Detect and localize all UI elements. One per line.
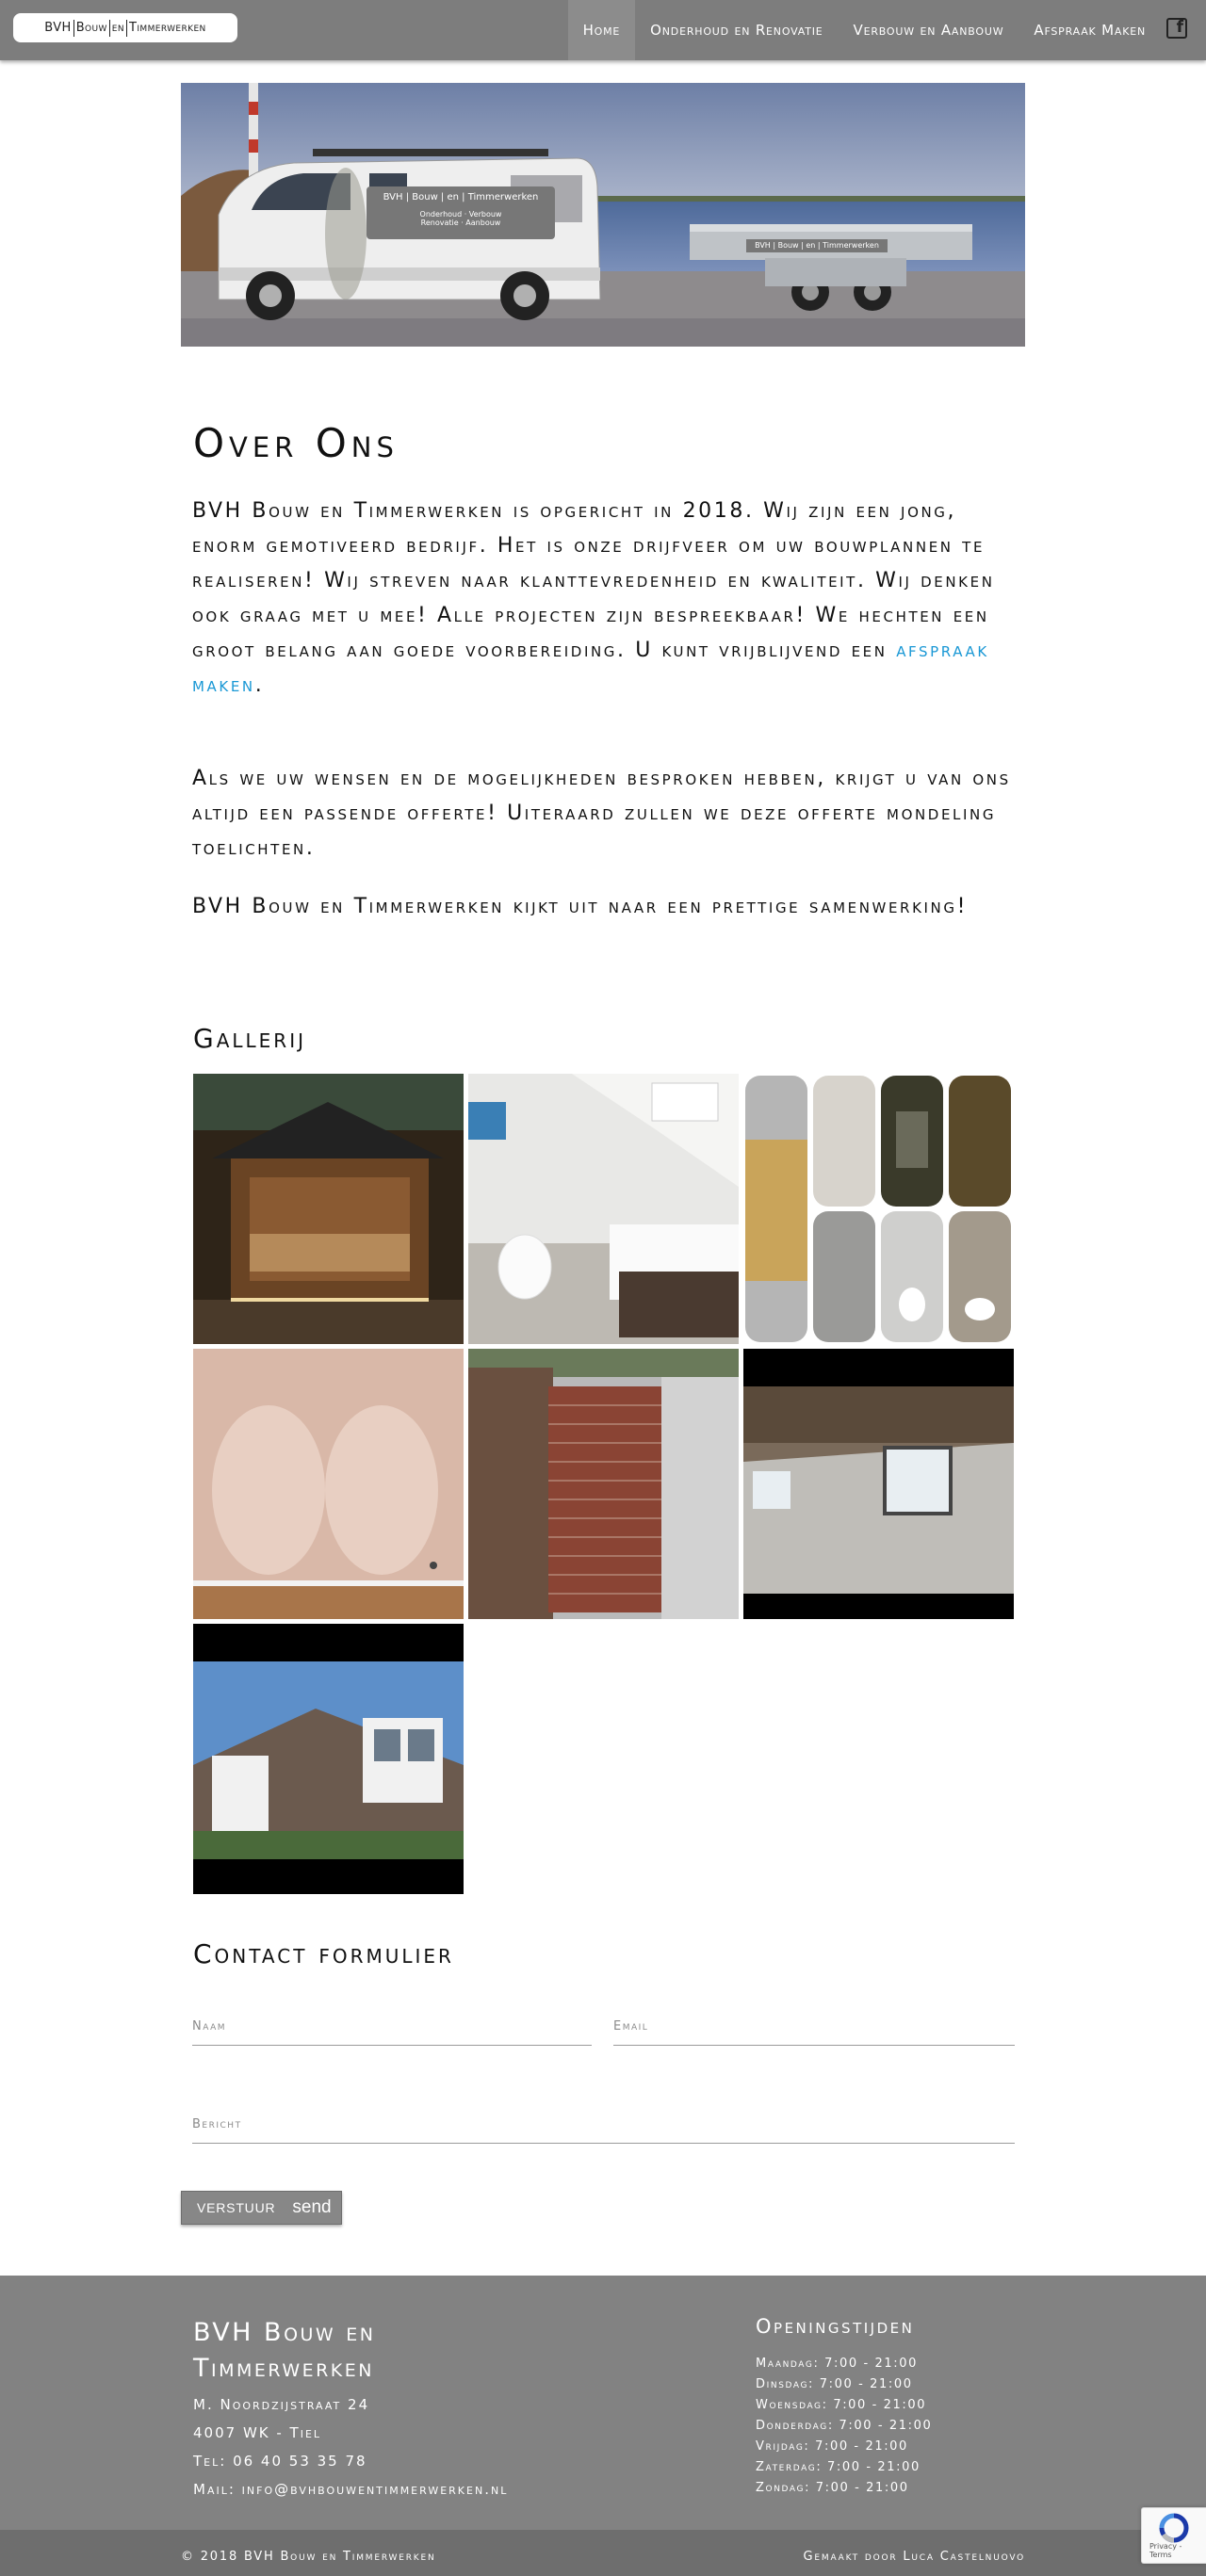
about-paragraph-3: BVH Bouw en Timmerwerken kijkt uit naar … bbox=[192, 895, 968, 918]
footer: BVH Bouw en Timmerwerken M. Noordzijstra… bbox=[0, 2276, 1206, 2576]
recaptcha-links[interactable]: Privacy - Terms bbox=[1149, 2542, 1206, 2559]
nav-item-verbouw-aanbouw[interactable]: Verbouw en Aanbouw bbox=[839, 0, 1019, 60]
gallery-image-dormer-roof[interactable] bbox=[193, 1624, 464, 1894]
contact-title: Contact formulier bbox=[193, 1938, 454, 1969]
message-placeholder: Bericht bbox=[192, 2117, 242, 2131]
footer-phone[interactable]: Tel: 06 40 53 35 78 bbox=[193, 2453, 367, 2470]
about-title: Over Ons bbox=[193, 420, 399, 466]
hours-saturday: Zaterdag: 7:00 - 21:00 bbox=[756, 2460, 921, 2474]
hours-friday: Vrijdag: 7:00 - 21:00 bbox=[756, 2439, 908, 2454]
logo-part-bvh: BVH bbox=[44, 21, 72, 35]
trailer-lettering: BVH | Bouw | en | Timmerwerken bbox=[746, 239, 888, 252]
gallery-image-attic-window[interactable] bbox=[743, 1349, 1014, 1619]
submit-button[interactable]: VERSTUUR send bbox=[181, 2191, 342, 2225]
recaptcha-icon bbox=[1159, 2513, 1189, 2543]
submit-label: VERSTUUR bbox=[197, 2200, 276, 2215]
hours-tuesday: Dinsdag: 7:00 - 21:00 bbox=[756, 2377, 913, 2391]
gallery-image-toilet-collage[interactable] bbox=[743, 1074, 1014, 1344]
about-paragraph-1: BVH Bouw en Timmerwerken is opgericht in… bbox=[192, 494, 1012, 703]
top-navigation: BVH Bouw en Timmerwerken Home Onderhoud … bbox=[0, 0, 1206, 60]
hours-monday: Maandag: 7:00 - 21:00 bbox=[756, 2357, 918, 2371]
site-logo[interactable]: BVH Bouw en Timmerwerken bbox=[13, 13, 237, 42]
about-paragraph-2: Als we uw wensen en de mogelijkheden bes… bbox=[192, 767, 1011, 860]
van-subtext-2: Renovatie · Aanbouw bbox=[420, 219, 501, 227]
hours-thursday: Donderdag: 7:00 - 21:00 bbox=[756, 2419, 933, 2433]
logo-part-en: en bbox=[111, 21, 125, 35]
hero-image: BVH | Bouw | en | Timmerwerken Onderhoud… bbox=[181, 83, 1025, 347]
footer-address: M. Noordzijstraat 24 bbox=[193, 2396, 370, 2413]
email-placeholder: Email bbox=[613, 2019, 649, 2033]
van-subtext-1: Onderhoud · Verbouw bbox=[419, 210, 502, 219]
gallery-image-garden-house[interactable] bbox=[193, 1074, 464, 1344]
footer-postal: 4007 WK - Tiel bbox=[193, 2424, 322, 2441]
copyright-text: © 2018 BVH Bouw en Timmerwerken bbox=[181, 2550, 436, 2564]
message-field[interactable]: Bericht bbox=[192, 2104, 1015, 2144]
about-paragraph-1-end: . bbox=[254, 673, 265, 697]
gallery-image-bathroom[interactable] bbox=[468, 1074, 739, 1344]
gallery-image-painted-wall[interactable] bbox=[193, 1349, 464, 1619]
footer-company-name: BVH Bouw en Timmerwerken bbox=[193, 2318, 376, 2383]
recaptcha-badge[interactable]: Privacy - Terms bbox=[1141, 2507, 1206, 2564]
gallery-image-brick-wall[interactable] bbox=[468, 1349, 739, 1619]
name-placeholder: Naam bbox=[192, 2019, 227, 2033]
van-logo-text: BVH | Bouw | en | Timmerwerken bbox=[383, 192, 539, 203]
footer-mail[interactable]: Mail: info@bvhbouwentimmerwerken.nl bbox=[193, 2481, 508, 2498]
gallery-title: Gallerij bbox=[193, 1023, 306, 1054]
facebook-icon[interactable]: f bbox=[1166, 18, 1187, 39]
email-field[interactable]: Email bbox=[613, 2006, 1015, 2046]
send-icon: send bbox=[292, 2197, 332, 2217]
van-lettering: BVH | Bouw | en | Timmerwerken Onderhoud… bbox=[367, 186, 555, 239]
about-paragraph-1-text: BVH Bouw en Timmerwerken is opgericht in… bbox=[192, 499, 995, 662]
footer-hours-title: Openingstijden bbox=[756, 2315, 915, 2338]
nav-item-afspraak-maken[interactable]: Afspraak Maken bbox=[1019, 0, 1161, 60]
logo-part-timmerwerken: Timmerwerken bbox=[129, 21, 206, 35]
footer-bottom-bar: © 2018 BVH Bouw en Timmerwerken Gemaakt … bbox=[0, 2530, 1206, 2576]
hours-wednesday: Woensdag: 7:00 - 21:00 bbox=[756, 2398, 927, 2412]
made-by-text: Gemaakt door Luca Castelnuovo bbox=[803, 2550, 1025, 2564]
hours-sunday: Zondag: 7:00 - 21:00 bbox=[756, 2481, 909, 2495]
nav-item-home[interactable]: Home bbox=[567, 0, 636, 60]
name-field[interactable]: Naam bbox=[192, 2006, 592, 2046]
logo-part-bouw: Bouw bbox=[75, 21, 107, 35]
nav-item-onderhoud-renovatie[interactable]: Onderhoud en Renovatie bbox=[635, 0, 838, 60]
